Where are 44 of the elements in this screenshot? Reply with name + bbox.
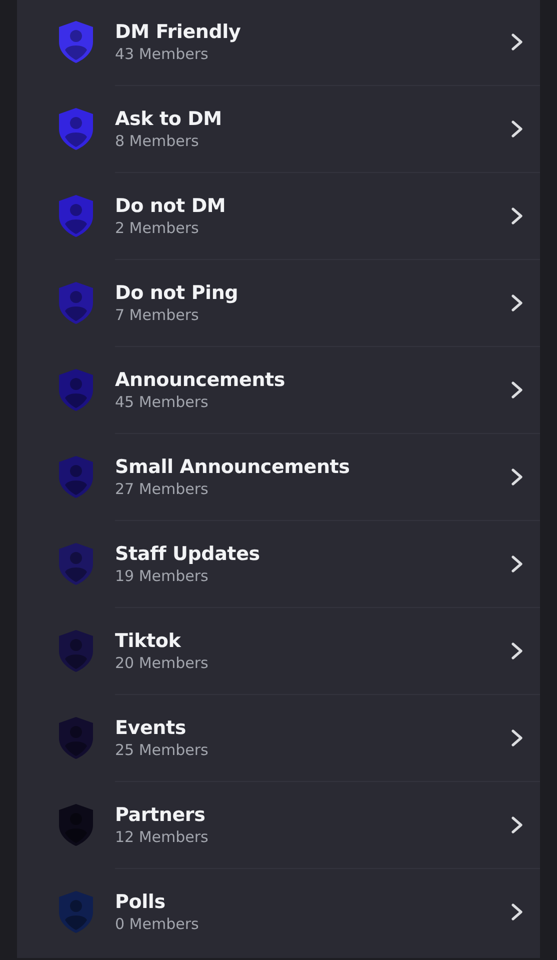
chevron-right-icon	[510, 642, 524, 660]
member-count: 27 Members	[115, 480, 208, 498]
chevron-right-icon	[510, 32, 524, 50]
member-count: 12 Members	[115, 828, 208, 846]
role-name: Announcements	[115, 369, 286, 391]
role-item[interactable]: Partners 12 Members	[17, 781, 540, 868]
chevron-right-icon	[510, 903, 524, 921]
member-count: 19 Members	[115, 567, 208, 585]
chevron-right-icon	[510, 468, 524, 486]
role-item[interactable]: Do not DM 2 Members	[17, 172, 540, 259]
member-count: 2 Members	[115, 219, 199, 237]
role-item[interactable]: Small Announcements 27 Members	[17, 433, 540, 520]
role-name: Partners	[115, 804, 206, 826]
role-item[interactable]: Tiktok 20 Members	[17, 607, 540, 694]
role-item[interactable]: Ask to DM 8 Members	[17, 85, 540, 172]
role-name: Staff Updates	[115, 543, 260, 565]
role-item[interactable]: Do not Ping 7 Members	[17, 259, 540, 346]
role-name: Do not DM	[115, 195, 226, 217]
member-count: 7 Members	[115, 306, 199, 324]
chevron-right-icon	[510, 729, 524, 747]
role-name: Tiktok	[115, 630, 181, 652]
role-name: Small Announcements	[115, 456, 350, 478]
role-name: Polls	[115, 891, 166, 913]
chevron-right-icon	[510, 381, 524, 399]
role-item[interactable]: Events 25 Members	[17, 694, 540, 781]
role-name: Events	[115, 717, 186, 739]
role-name: Do not Ping	[115, 282, 238, 304]
chevron-right-icon	[510, 120, 524, 138]
member-count: 20 Members	[115, 654, 208, 672]
chevron-right-icon	[510, 207, 524, 225]
role-item[interactable]: Polls 0 Members	[17, 868, 540, 955]
role-item[interactable]: DM Friendly 43 Members	[17, 0, 540, 85]
role-item[interactable]: Announcements 45 Members	[17, 346, 540, 433]
role-name: Ask to DM	[115, 108, 222, 130]
member-count: 43 Members	[115, 44, 208, 62]
member-count: 8 Members	[115, 132, 199, 150]
member-count: 45 Members	[115, 393, 208, 411]
member-count: 25 Members	[115, 741, 208, 759]
chevron-right-icon	[510, 555, 524, 573]
chevron-right-icon	[510, 816, 524, 834]
chevron-right-icon	[510, 294, 524, 312]
role-name: DM Friendly	[115, 20, 241, 42]
role-item[interactable]: Staff Updates 19 Members	[17, 520, 540, 607]
member-count: 0 Members	[115, 915, 199, 933]
